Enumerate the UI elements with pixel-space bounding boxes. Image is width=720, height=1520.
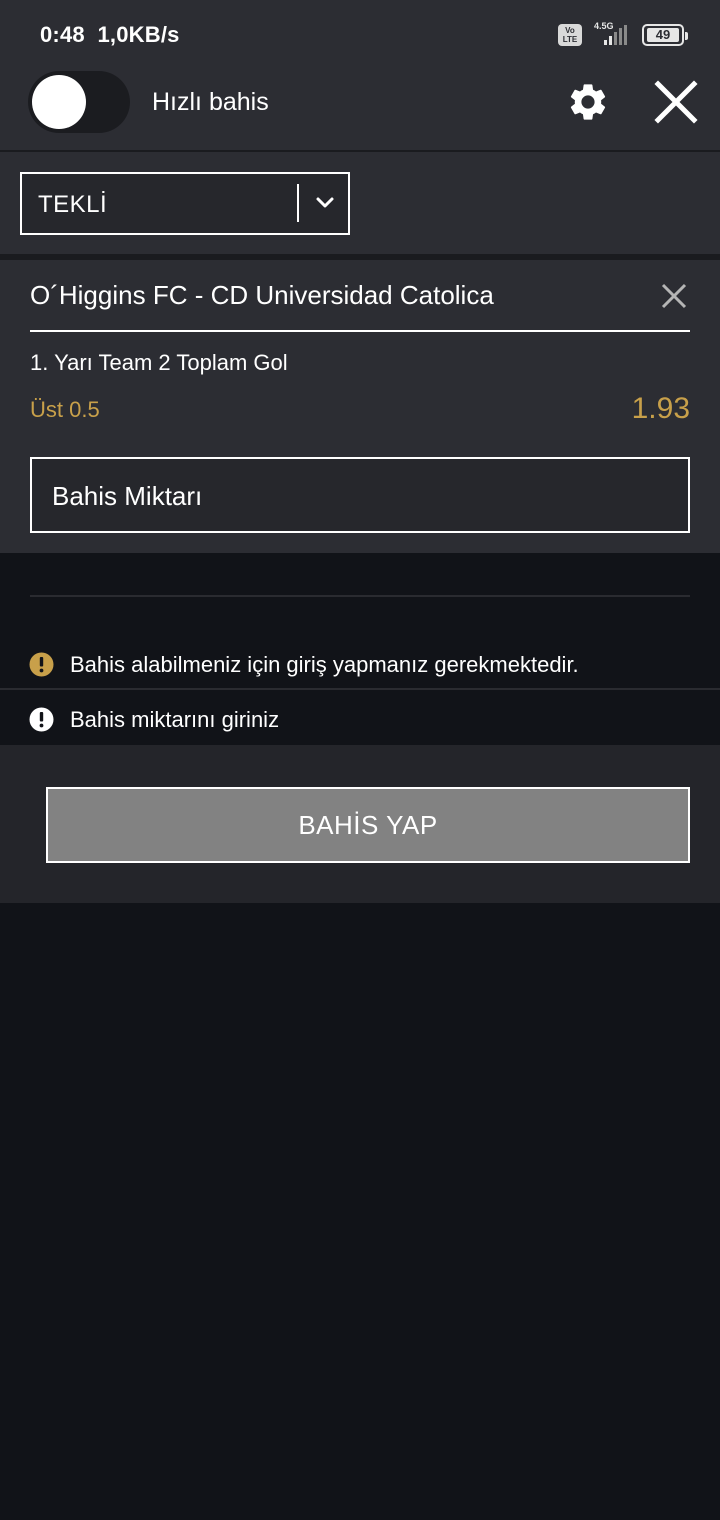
match-title: O´Higgins FC - CD Universidad Catolica (30, 280, 494, 310)
chevron-down-icon (316, 197, 334, 208)
warning-icon (29, 652, 54, 677)
message-text: Bahis miktarını giriniz (70, 707, 280, 732)
message-text: Bahis alabilmeniz için giriş yapmanız ge… (70, 652, 579, 677)
slip-divider (30, 330, 690, 332)
status-icons: Vo LTE 4.5G 49 (558, 21, 688, 48)
bet-type-value: TEKLİ (38, 191, 108, 218)
battery-icon: 49 (642, 24, 688, 46)
signal-icon: 4.5G (592, 21, 632, 47)
quick-bet-toggle[interactable] (28, 71, 130, 133)
summary-divider (30, 595, 690, 597)
market-name: 1. Yarı Team 2 Toplam Gol (30, 350, 288, 375)
selection-name: Üst 0.5 (30, 397, 100, 422)
bet-type-section: TEKLİ (0, 152, 720, 254)
login-required-message: Bahis alabilmeniz için giriş yapmanız ge… (0, 637, 720, 690)
action-area: BAHİS YAP (0, 745, 720, 903)
betslip-item: O´Higgins FC - CD Universidad Catolica 1… (0, 260, 720, 553)
status-time: 0:48 1,0KB/s (40, 22, 180, 47)
toggle-knob (32, 75, 86, 129)
odds-value: 1.93 (631, 392, 690, 425)
alert-icon (29, 707, 54, 732)
gear-icon[interactable] (566, 80, 610, 124)
betslip-header: Hızlı bahis (0, 58, 720, 150)
stake-input[interactable]: Bahis Miktarı (30, 457, 690, 533)
quick-bet-label: Hızlı bahis (152, 88, 269, 116)
close-icon[interactable] (654, 80, 698, 124)
stake-required-message: Bahis miktarını giriniz (0, 692, 720, 745)
bet-type-select[interactable]: TEKLİ (20, 172, 350, 235)
place-bet-button[interactable]: BAHİS YAP (46, 787, 690, 863)
remove-selection-icon[interactable] (658, 280, 690, 312)
select-separator (297, 184, 299, 222)
volte-icon: Vo LTE (558, 24, 582, 46)
status-bar: 0:48 1,0KB/s Vo LTE 4.5G 49 (0, 0, 720, 58)
stake-placeholder: Bahis Miktarı (52, 481, 203, 511)
